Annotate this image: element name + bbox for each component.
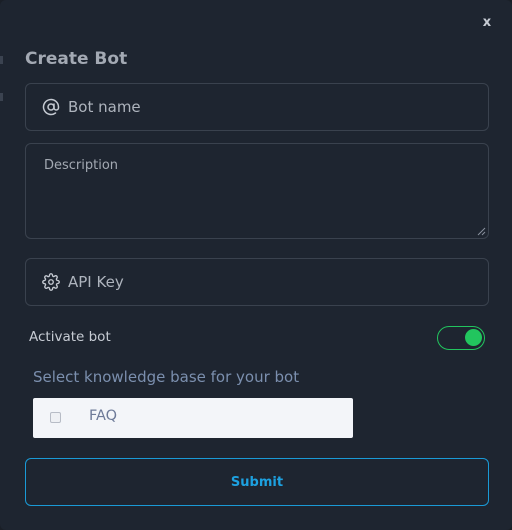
description-input[interactable] bbox=[42, 156, 472, 228]
knowledge-base-option-faq[interactable]: FAQ bbox=[33, 398, 353, 438]
activate-bot-toggle[interactable] bbox=[437, 326, 485, 350]
resize-grip-icon[interactable] bbox=[477, 227, 486, 236]
close-button[interactable]: x bbox=[480, 14, 494, 32]
edge-marker bbox=[0, 56, 3, 64]
gear-icon bbox=[42, 273, 60, 291]
faq-checkbox[interactable] bbox=[50, 412, 61, 423]
bot-name-input[interactable] bbox=[66, 84, 476, 130]
faq-option-label: FAQ bbox=[89, 408, 118, 424]
bot-name-field bbox=[25, 83, 489, 131]
api-key-input[interactable] bbox=[66, 259, 476, 305]
knowledge-base-label: Select knowledge base for your bot bbox=[33, 368, 300, 386]
at-icon bbox=[42, 98, 60, 116]
activate-bot-label: Activate bot bbox=[29, 329, 111, 345]
description-field bbox=[25, 143, 489, 239]
modal-title: Create Bot bbox=[25, 49, 128, 69]
edge-marker bbox=[0, 93, 3, 101]
submit-button[interactable]: Submit bbox=[25, 458, 489, 506]
toggle-knob bbox=[465, 329, 482, 346]
api-key-field bbox=[25, 258, 489, 306]
create-bot-modal: x Create Bot Activate bot Select kno bbox=[0, 0, 512, 530]
